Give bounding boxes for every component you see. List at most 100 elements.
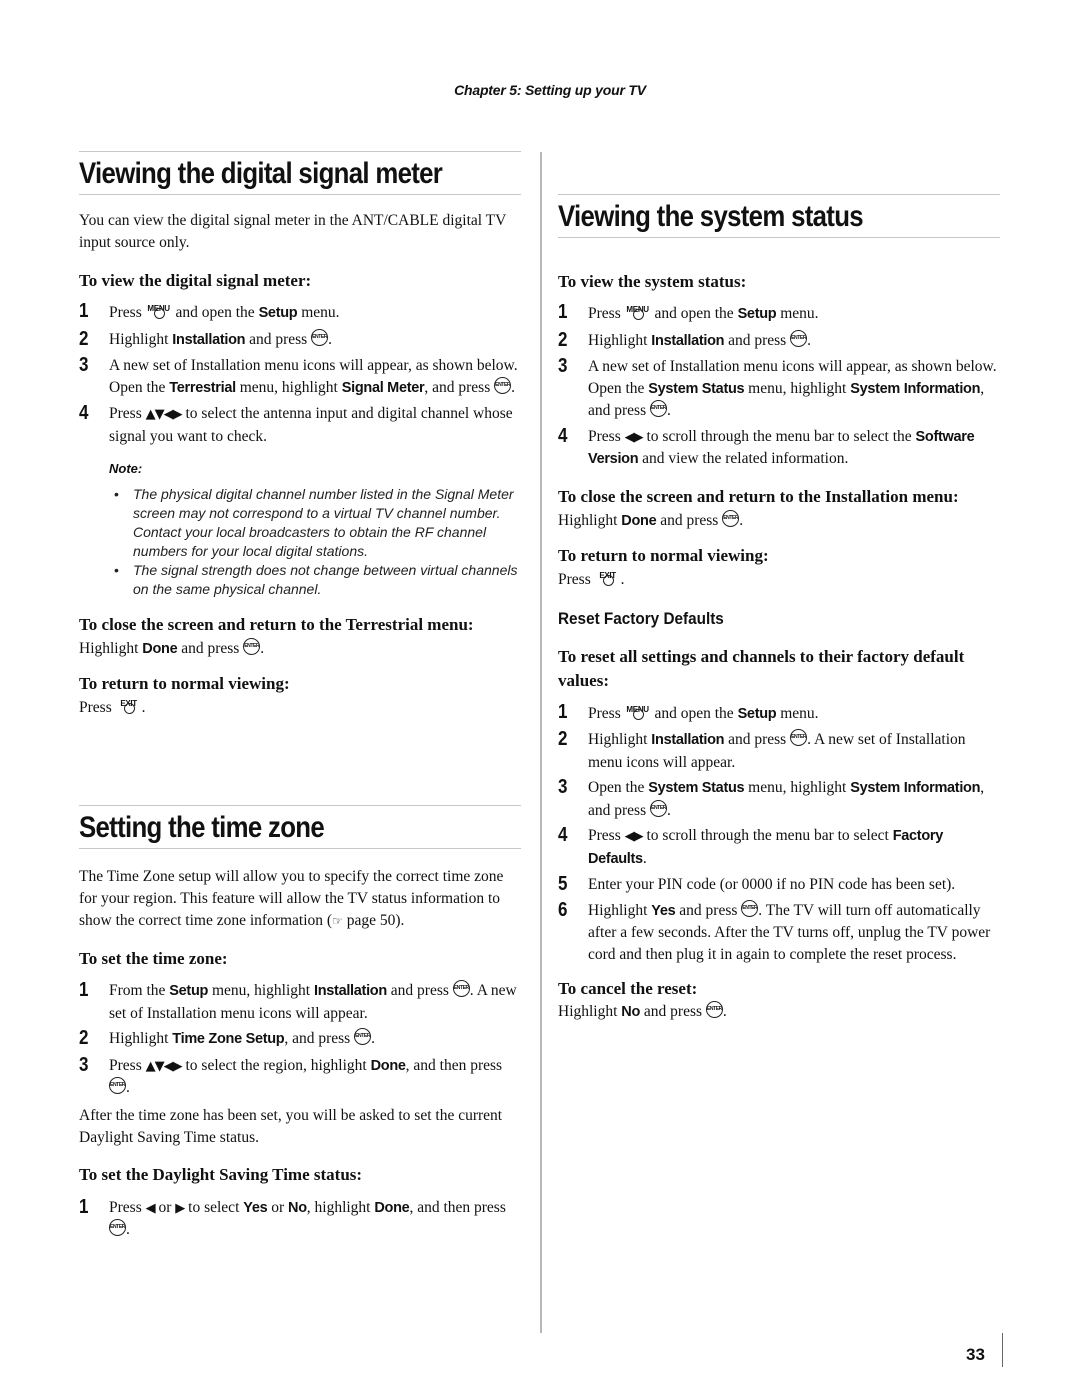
running-head: Chapter 5: Setting up your TV — [454, 82, 646, 98]
step-text: Highlight — [109, 330, 173, 348]
text: Press — [79, 699, 116, 716]
cancel-instruction: Highlight No and press ENTER. — [558, 1001, 1002, 1023]
step-text: From the — [109, 982, 170, 999]
return-heading: To return to normal viewing: — [79, 674, 290, 693]
section-signal-meter: Viewing the digital signal meter You can… — [79, 151, 521, 719]
step-text: Press — [109, 1198, 146, 1216]
text: Highlight — [79, 640, 143, 657]
step-text: and open the — [171, 304, 259, 321]
step-text: to scroll through the menu bar to select… — [642, 427, 916, 445]
step-text: , highlight — [306, 1198, 375, 1216]
arrow-left-right-icon: ◀▶ — [624, 429, 644, 445]
step-text: Highlight — [109, 1030, 173, 1047]
step-text: , and then press — [409, 1198, 506, 1216]
menu-term: Setup — [258, 305, 298, 321]
enter-button-icon: ENTER — [354, 1028, 372, 1045]
text: and press — [177, 640, 244, 657]
exit-button-icon: EXIT — [116, 696, 142, 714]
step-number: 4 — [558, 824, 568, 846]
section-rule — [558, 237, 1000, 238]
intro-paragraph: You can view the digital signal meter in… — [79, 212, 507, 251]
enter-button-icon: ENTER — [650, 400, 667, 417]
step-text: and press — [724, 731, 791, 748]
step-text: Press — [109, 1056, 146, 1074]
step-text: and open the — [650, 305, 738, 322]
menu-term: Signal Meter — [341, 379, 425, 396]
subsection-title: Reset Factory Defaults — [558, 608, 724, 628]
enter-button-icon: ENTER — [109, 1077, 126, 1094]
menu-term: System Status — [648, 380, 745, 397]
procedure-heading: To reset all settings and channels to th… — [558, 646, 965, 690]
step-text: or — [267, 1198, 289, 1216]
after-paragraph: After the time zone has been set, you wi… — [79, 1106, 503, 1146]
menu-term: Yes — [651, 902, 676, 919]
close-heading: To close the screen and return to the Te… — [79, 615, 474, 634]
step-text: . — [126, 1079, 130, 1096]
step: 6 Highlight Yes and press ENTER. The TV … — [558, 898, 1002, 966]
section-title: Viewing the digital signal meter — [79, 157, 443, 190]
page-link[interactable]: page 50). — [343, 912, 405, 929]
menu-term: System Information — [850, 780, 981, 796]
menu-term: Time Zone Setup — [172, 1031, 285, 1047]
enter-button-icon: ENTER — [705, 1001, 723, 1018]
procedure-heading: To set the time zone: — [79, 949, 228, 968]
step-number: 1 — [79, 979, 89, 1001]
step: 2 Highlight Time Zone Setup, and press E… — [79, 1028, 521, 1051]
step-text: . — [807, 331, 811, 349]
column-divider — [540, 152, 542, 1333]
menu-term: System Information — [850, 380, 981, 397]
menu-term: Done — [142, 641, 178, 657]
text: and press — [656, 511, 723, 529]
step-text: Press — [109, 405, 146, 422]
menu-term: Done — [374, 1199, 410, 1216]
step-text: to select the region, highlight — [181, 1056, 371, 1074]
steps-list: 1 Press MENU and open the Setup menu. 2 … — [558, 701, 1002, 966]
menu-term: System Status — [648, 780, 745, 796]
step-text: . — [642, 849, 647, 867]
arrow-left-right-icon: ◀▶ — [624, 829, 644, 844]
page-number: 33 — [966, 1345, 985, 1364]
step-text: Press — [588, 704, 625, 722]
step-text: Highlight — [588, 331, 652, 349]
step-text: and press — [724, 331, 791, 349]
close-instruction: Highlight Done and press ENTER. — [558, 509, 1002, 532]
procedure-heading: To view the digital signal meter: — [79, 271, 312, 290]
step-number: 4 — [558, 424, 568, 447]
step-number: 6 — [558, 898, 568, 921]
step: 1 From the Setup menu, highlight Install… — [79, 980, 521, 1024]
menu-term: Done — [621, 512, 657, 529]
bullet-icon: • — [114, 562, 119, 578]
enter-button-icon: ENTER — [650, 799, 667, 817]
steps-list: 1 Press MENU and open the Setup menu. 2 … — [79, 301, 521, 447]
step-text: to scroll through the menu bar to select — [642, 827, 893, 844]
menu-term: No — [288, 1199, 307, 1216]
step-number: 2 — [558, 328, 568, 351]
menu-term: Installation — [313, 983, 387, 999]
steps-list: 1 Press ◀ or ▶ to select Yes or No, high… — [79, 1195, 521, 1241]
bullet-icon: • — [114, 486, 119, 502]
section-rule — [79, 151, 521, 152]
cancel-heading: To cancel the reset: — [558, 979, 698, 998]
step-text: Press — [109, 304, 146, 321]
step-text: Enter your PIN code (or 0000 if no PIN c… — [588, 876, 956, 893]
step: 4 Press ◀▶ to scroll through the menu ba… — [558, 424, 1002, 471]
return-instruction: Press EXIT. — [79, 696, 521, 719]
step-number: 1 — [79, 300, 89, 322]
text: . — [141, 699, 146, 716]
section-rule — [79, 848, 521, 849]
steps-list: 1 From the Setup menu, highlight Install… — [79, 980, 521, 1099]
step-number: 2 — [79, 1027, 89, 1049]
menu-button-icon: MENU — [625, 702, 651, 720]
step: 1 Press MENU and open the Setup menu. — [79, 301, 521, 325]
menu-button-icon: MENU — [146, 301, 172, 319]
return-instruction: Press EXIT. — [558, 568, 1002, 591]
step-number: 1 — [558, 301, 568, 323]
step-text: menu, highlight — [235, 378, 342, 396]
step: 3 Press ▲▼◀▶ to select the region, highl… — [79, 1054, 521, 1099]
section-title: Viewing the system status — [558, 200, 864, 233]
section-time-zone: Setting the time zone The Time Zone setu… — [79, 805, 521, 1245]
step-number: 1 — [79, 1195, 89, 1218]
note-item: • The signal strength does not change bet… — [109, 561, 521, 599]
text: Press — [558, 570, 595, 588]
text: . — [739, 511, 744, 529]
